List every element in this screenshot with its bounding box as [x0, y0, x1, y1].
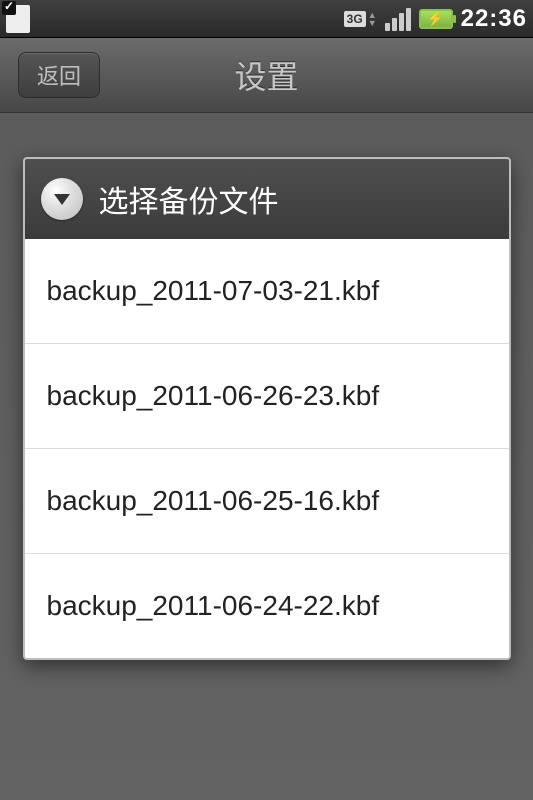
- list-item[interactable]: backup_2011-06-26-23.kbf: [25, 343, 509, 448]
- list-item-label: backup_2011-06-24-22.kbf: [47, 590, 380, 621]
- status-bar-right: 3G ▲▼ ⚡ 22:36: [344, 5, 527, 33]
- list-item[interactable]: backup_2011-07-03-21.kbf: [25, 239, 509, 343]
- app-header: 返回 设置: [0, 38, 533, 113]
- network-3g-label: 3G: [347, 12, 363, 26]
- status-bar-left: [6, 5, 30, 33]
- list-item-label: backup_2011-06-25-16.kbf: [47, 485, 380, 516]
- list-item[interactable]: backup_2011-06-25-16.kbf: [25, 448, 509, 553]
- download-complete-icon: [6, 5, 30, 33]
- list-item-label: backup_2011-06-26-23.kbf: [47, 380, 380, 411]
- dialog-header: 选择备份文件: [25, 159, 509, 239]
- list-item[interactable]: backup_2011-06-24-22.kbf: [25, 553, 509, 658]
- signal-strength-icon: [385, 7, 411, 31]
- back-button-label: 返回: [37, 59, 81, 91]
- battery-charging-icon: ⚡: [419, 9, 453, 29]
- clock: 22:36: [461, 5, 527, 33]
- status-bar: 3G ▲▼ ⚡ 22:36: [0, 0, 533, 38]
- list-item-label: backup_2011-07-03-21.kbf: [47, 275, 380, 306]
- select-backup-dialog: 选择备份文件 backup_2011-07-03-21.kbf backup_2…: [23, 157, 511, 660]
- network-activity-icon: ▲▼: [368, 11, 377, 27]
- dialog-overlay: 选择备份文件 backup_2011-07-03-21.kbf backup_2…: [0, 113, 533, 800]
- page-title: 设置: [234, 52, 298, 98]
- back-button[interactable]: 返回: [18, 52, 100, 98]
- dropdown-icon: [41, 178, 83, 220]
- backup-file-list: backup_2011-07-03-21.kbf backup_2011-06-…: [25, 239, 509, 658]
- network-3g-icon: 3G ▲▼: [344, 11, 377, 27]
- dialog-title: 选择备份文件: [99, 177, 279, 221]
